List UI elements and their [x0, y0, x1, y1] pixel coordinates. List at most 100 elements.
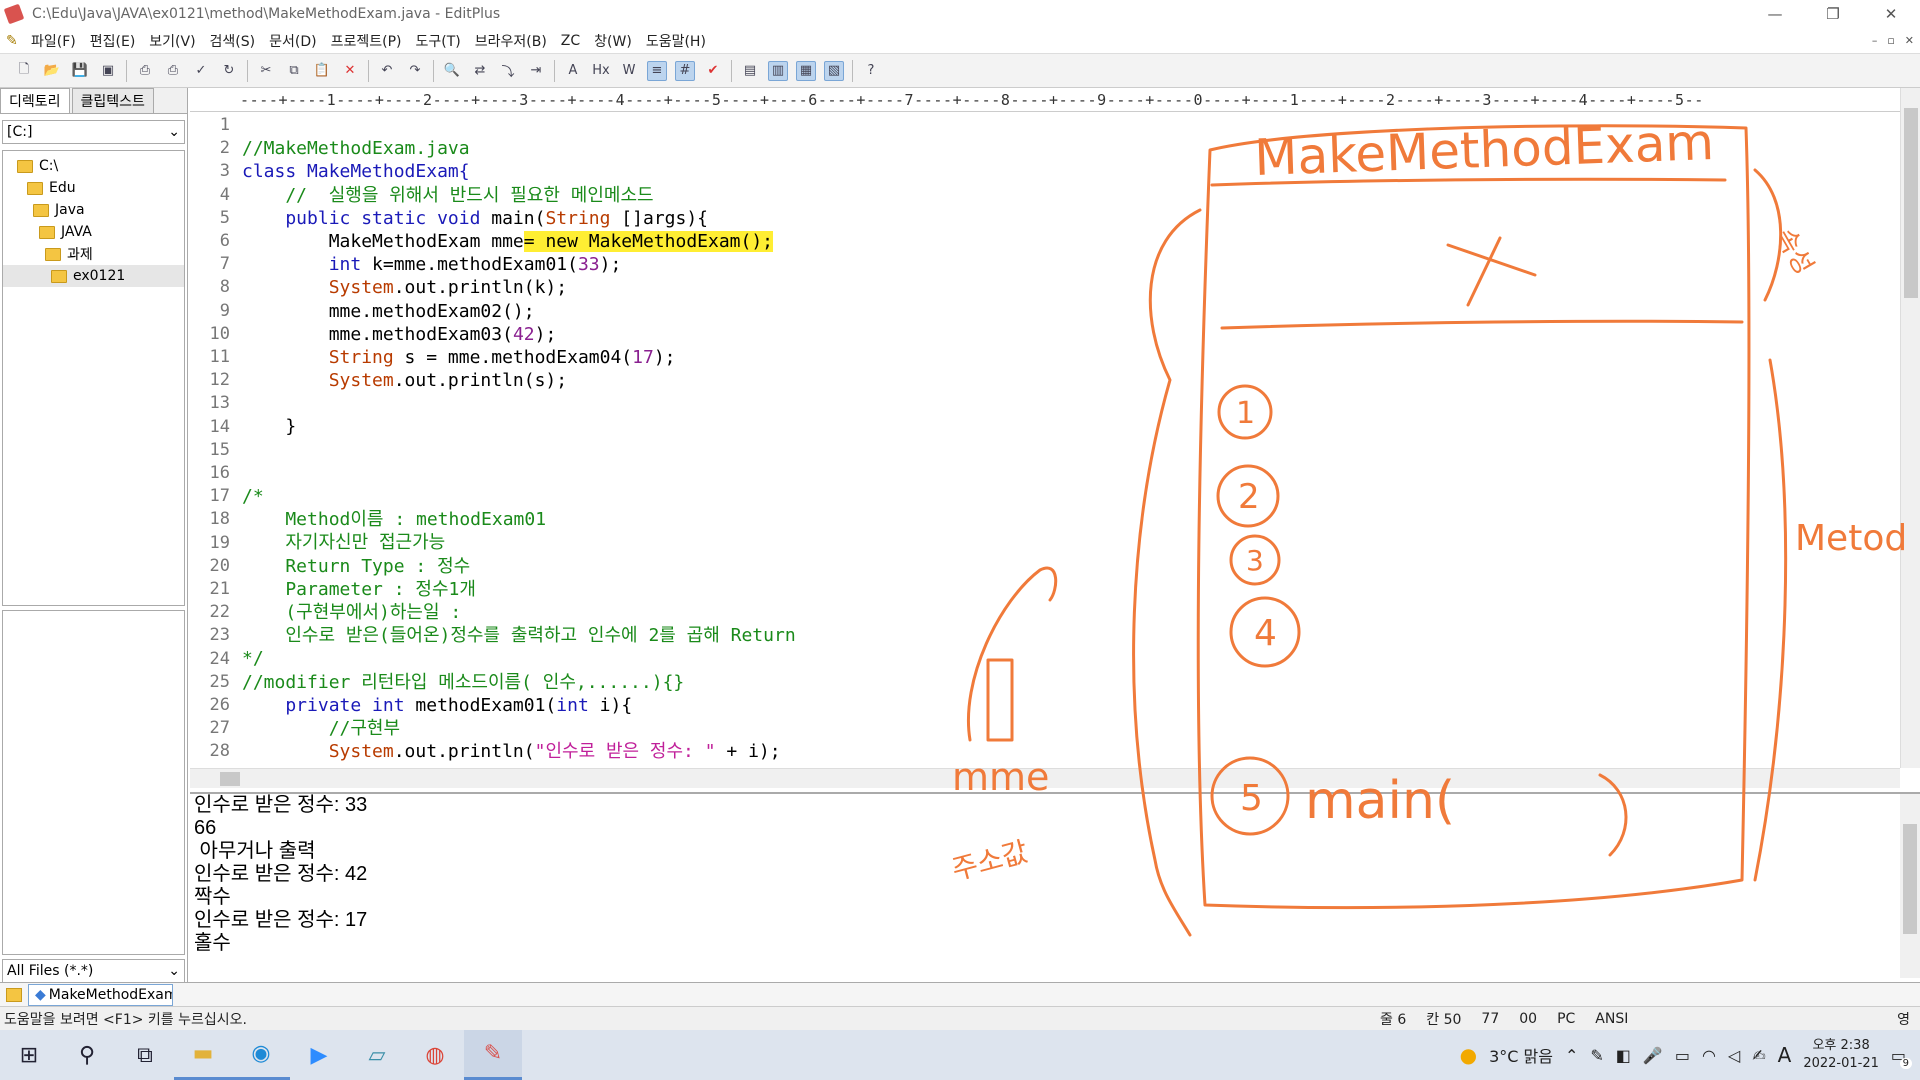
print-preview-icon[interactable]: ⎙ — [135, 61, 155, 81]
code-text[interactable]: //MakeMethodExam.java class MakeMethodExa… — [242, 114, 796, 763]
code-line[interactable]: /* — [242, 485, 796, 508]
code-line[interactable]: String s = mme.methodExam04(17); — [242, 346, 796, 369]
document-tab[interactable]: ◆ MakeMethodExam.java ✕ — [28, 983, 173, 1006]
code-line[interactable]: private int methodExam01(int i){ — [242, 694, 796, 717]
menu-help[interactable]: 도움말(H) — [639, 31, 713, 51]
code-line[interactable]: System.out.println("인수로 받은 정수: " + i); — [242, 740, 796, 763]
directory-icon[interactable]: ▥ — [768, 60, 788, 81]
find-icon[interactable]: 🔍 — [442, 61, 462, 81]
code-line[interactable]: mme.methodExam03(42); — [242, 323, 796, 346]
paste-icon[interactable]: 📋 — [312, 61, 332, 81]
indent-icon[interactable]: ⇥ — [526, 61, 546, 81]
cliptext-icon[interactable]: ▦ — [796, 60, 816, 81]
replace-icon[interactable]: ⇄ — [470, 61, 490, 81]
code-line[interactable]: // 실행을 위해서 반드시 필요한 메인메소드 — [242, 184, 796, 207]
notes-app-icon[interactable]: ▱ — [348, 1030, 406, 1080]
volume-icon[interactable]: ◁ — [1728, 1046, 1740, 1065]
tree-node-edu[interactable]: Edu — [3, 177, 184, 199]
delete-icon[interactable]: ✕ — [340, 61, 360, 81]
output-icon[interactable]: ▧ — [824, 60, 844, 81]
check-icon[interactable]: ✔ — [703, 61, 723, 81]
code-line[interactable]: //구현부 — [242, 717, 796, 740]
undo-icon[interactable]: ↶ — [377, 61, 397, 81]
wifi-icon[interactable]: ◠ — [1702, 1046, 1716, 1065]
clock[interactable]: 오후 2:38 2022-01-21 — [1803, 1037, 1879, 1073]
meet-now-icon[interactable]: ◧ — [1616, 1046, 1631, 1065]
zoom-app-icon[interactable]: ▶ — [290, 1030, 348, 1080]
line-number-icon[interactable]: ≡ — [647, 60, 667, 81]
tree-node-c[interactable]: C:\ — [3, 155, 184, 177]
drive-select[interactable]: [C:] ⌄ — [2, 120, 185, 144]
print-icon[interactable]: ⎙ — [163, 61, 183, 81]
menu-tools[interactable]: 도구(T) — [408, 31, 467, 51]
save-icon[interactable]: 💾 — [70, 61, 90, 81]
tab-cliptext[interactable]: 클립텍스트 — [71, 88, 154, 113]
code-line[interactable]: System.out.println(k); — [242, 276, 796, 299]
menu-edit[interactable]: 편집(E) — [83, 31, 143, 51]
file-list[interactable] — [2, 610, 185, 955]
menu-file[interactable]: 파일(F) — [24, 31, 83, 51]
code-line[interactable]: class MakeMethodExam{ — [242, 160, 796, 183]
battery-icon[interactable]: ▭ — [1675, 1046, 1690, 1065]
scrollbar-thumb[interactable] — [1903, 824, 1917, 934]
horizontal-scrollbar[interactable] — [190, 768, 1900, 788]
menu-project[interactable]: 프로젝트(P) — [324, 31, 409, 51]
microphone-icon[interactable]: 🎤 — [1643, 1046, 1663, 1065]
code-line[interactable] — [242, 392, 796, 415]
close-button[interactable]: ✕ — [1862, 0, 1920, 28]
code-line[interactable]: 자기자신만 접근가능 — [242, 531, 796, 554]
output-panel[interactable]: 인수로 받은 정수: 33 66 아무거나 출력 인수로 받은 정수: 42 짝수 인수… — [190, 792, 1920, 978]
code-line[interactable]: mme.methodExam02(); — [242, 300, 796, 323]
redo-icon[interactable]: ↷ — [405, 61, 425, 81]
ime-indicator[interactable]: A — [1778, 1043, 1792, 1067]
tree-node-assignment[interactable]: 과제 — [3, 243, 184, 265]
save-all-icon[interactable]: ▣ — [98, 61, 118, 81]
restore-button[interactable]: ❐ — [1804, 0, 1862, 28]
menu-view[interactable]: 보기(V) — [142, 31, 202, 51]
mdi-restore-button[interactable]: ▫ — [1887, 34, 1894, 47]
font-icon[interactable]: A — [563, 61, 583, 81]
code-line[interactable]: (구현부에서)하는일 : — [242, 601, 796, 624]
code-line[interactable]: public static void main(String []args){ — [242, 207, 796, 230]
output-scrollbar[interactable] — [1900, 794, 1920, 978]
code-line[interactable]: */ — [242, 647, 796, 670]
copy-icon[interactable]: ⧉ — [284, 61, 304, 81]
code-line[interactable]: } — [242, 415, 796, 438]
cut-icon[interactable]: ✂ — [256, 61, 276, 81]
code-line[interactable]: Method이름 : methodExam01 — [242, 508, 796, 531]
edge-browser-icon[interactable]: ◉ — [232, 1030, 290, 1080]
spellcheck-icon[interactable]: ✓ — [191, 61, 211, 81]
code-line[interactable] — [242, 114, 796, 137]
tree-node-java-upper[interactable]: JAVA — [3, 221, 184, 243]
search-icon[interactable]: ⚲ — [58, 1030, 116, 1080]
tree-node-ex0121[interactable]: ex0121 — [3, 265, 184, 287]
chevron-up-icon[interactable]: ⌃ — [1565, 1046, 1578, 1065]
notification-icon[interactable]: ▭ 9 — [1891, 1046, 1912, 1069]
scrollbar-thumb[interactable] — [220, 772, 240, 786]
file-explorer-icon[interactable]: ▬ — [174, 1030, 232, 1080]
mdi-close-button[interactable]: ✕ — [1905, 34, 1914, 47]
code-line[interactable] — [242, 439, 796, 462]
scrollbar-thumb[interactable] — [1904, 108, 1918, 298]
mdi-minimize-button[interactable]: – — [1872, 34, 1878, 47]
code-line[interactable] — [242, 462, 796, 485]
code-line[interactable]: //modifier 리턴타입 메소드이름( 인수,......){} — [242, 671, 796, 694]
hex-icon[interactable]: Hx — [591, 61, 611, 81]
code-area[interactable]: 1 2 3 4 5 6 7 8 9 10 11 12 13 14 15 16 17 18 19 20 21 22 23 24 2… — [190, 114, 1900, 768]
task-view-icon[interactable]: ⧉ — [116, 1030, 174, 1080]
pen-icon[interactable]: ✎ — [1590, 1046, 1603, 1065]
code-line[interactable]: 인수로 받은(들어온)정수를 출력하고 인수에 2를 곱해 Return — [242, 624, 795, 647]
tree-node-java[interactable]: Java — [3, 199, 184, 221]
open-icon[interactable]: 📂 — [42, 61, 62, 81]
code-line[interactable]: int k=mme.methodExam01(33); — [242, 253, 796, 276]
chrome-browser-icon[interactable]: ◍ — [406, 1030, 464, 1080]
menu-window[interactable]: 창(W) — [587, 31, 639, 51]
weather-text[interactable]: 3°C 맑음 — [1489, 1043, 1553, 1067]
code-line[interactable]: MakeMethodExam mme= new MakeMethodExam()… — [242, 230, 796, 253]
vertical-scrollbar[interactable] — [1900, 88, 1920, 768]
editplus-taskbar-icon[interactable]: ✎ — [464, 1030, 522, 1080]
handwriting-icon[interactable]: ✍ — [1752, 1046, 1765, 1065]
windows-start-icon[interactable]: ⊞ — [0, 1030, 58, 1080]
goto-icon[interactable]: ⤵ — [498, 61, 518, 81]
file-filter-select[interactable]: All Files (*.*) ⌄ — [2, 959, 185, 983]
